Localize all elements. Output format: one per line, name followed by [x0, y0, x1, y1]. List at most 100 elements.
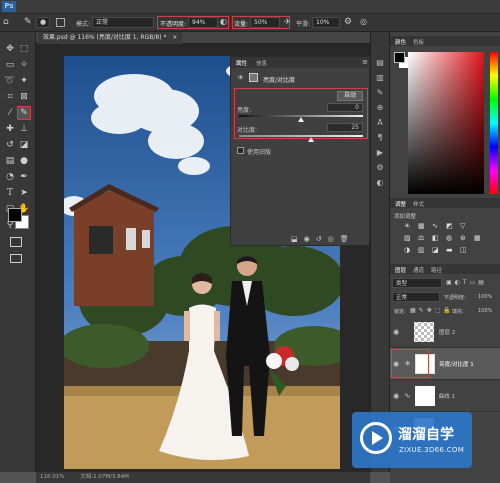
libraries-panel-icon[interactable]: ◐ — [377, 178, 384, 187]
layer-opacity-value[interactable]: 100% — [478, 294, 492, 300]
lock-position-icon[interactable]: ✥ — [427, 307, 432, 314]
zoom-level[interactable]: 116.01% — [40, 474, 64, 480]
contrast-slider-track[interactable] — [239, 135, 363, 137]
invert-adjust-icon[interactable]: ◑ — [404, 246, 416, 254]
tab-swatches[interactable]: 色板 — [410, 38, 427, 46]
healing-brush-tool-icon[interactable]: ✚ — [3, 122, 17, 136]
hue-saturation-adjust-icon[interactable]: ▧ — [404, 234, 416, 242]
type-tool-icon[interactable]: T — [3, 186, 17, 200]
filter-type-icon[interactable]: T — [463, 279, 467, 286]
brush-size-picker[interactable]: ● — [36, 17, 50, 28]
brush-settings-icon[interactable]: ✎ — [377, 88, 384, 97]
clip-to-layer-icon[interactable]: ⬓ — [291, 235, 298, 243]
quick-select-tool-icon[interactable]: ✦ — [17, 74, 31, 88]
lock-paint-icon[interactable]: ✎ — [419, 307, 424, 314]
history-panel-icon[interactable]: ▤ — [376, 58, 384, 67]
reset-icon[interactable]: ↺ — [316, 235, 322, 243]
lasso-tool-icon[interactable]: ➰ — [3, 74, 17, 88]
document-tab[interactable]: 效果.psd @ 116% (亮度/对比度 1, RGB/8) * × — [38, 32, 183, 44]
mode-select[interactable]: 正常 — [92, 17, 154, 28]
filter-shape-icon[interactable]: ▭ — [470, 279, 476, 286]
opacity-input[interactable]: 94% — [188, 17, 218, 28]
brightness-adjust-icon[interactable]: ☀ — [404, 222, 416, 230]
layer-row-selected[interactable]: ◉ ☀ 亮度/对比度 1 — [390, 348, 500, 380]
tab-channels[interactable]: 通道 — [410, 266, 427, 274]
panel-menu-icon[interactable]: ≡ — [362, 58, 368, 66]
layer-mask-thumbnail[interactable] — [414, 385, 435, 406]
lock-artboard-icon[interactable]: ⬚ — [435, 307, 441, 314]
frame-tool-icon[interactable]: ⊠ — [17, 90, 31, 104]
screen-mode-icon[interactable] — [10, 254, 22, 263]
tab-styles[interactable]: 样式 — [410, 200, 427, 208]
eraser-tool-icon[interactable]: ◪ — [17, 138, 31, 152]
photo-filter-adjust-icon[interactable]: ◍ — [446, 234, 458, 242]
crop-tool-icon[interactable]: ⌗ — [3, 90, 17, 104]
brush-panel-icon[interactable] — [56, 18, 65, 27]
hue-slider[interactable] — [490, 52, 498, 194]
history-brush-tool-icon[interactable]: ↺ — [3, 138, 17, 152]
fill-value[interactable]: 100% — [478, 308, 492, 314]
quick-mask-icon[interactable] — [10, 237, 22, 247]
brush-preset-icon[interactable]: ✎ — [24, 17, 32, 27]
tab-adjustments[interactable]: 调整 — [392, 200, 409, 208]
pen-tool-icon[interactable]: ✒ — [17, 170, 31, 184]
foreground-color-swatch[interactable] — [8, 208, 22, 222]
filter-adjust-icon[interactable]: ◐ — [455, 279, 460, 286]
gradient-map-adjust-icon[interactable]: ▬ — [446, 246, 458, 254]
threshold-adjust-icon[interactable]: ◪ — [432, 246, 444, 254]
layer-filter-select[interactable]: 类型 — [392, 278, 442, 288]
blur-tool-icon[interactable]: ● — [17, 154, 31, 168]
levels-adjust-icon[interactable]: ▦ — [418, 222, 430, 230]
legacy-checkbox[interactable] — [237, 147, 244, 154]
filter-pixel-icon[interactable]: ▣ — [446, 279, 452, 286]
contrast-input[interactable]: 25 — [327, 123, 363, 132]
panel-foreground-swatch[interactable] — [394, 52, 405, 63]
visibility-eye-icon[interactable]: ◉ — [390, 392, 402, 400]
artboard-tool-icon[interactable]: ⬚ — [17, 42, 31, 56]
visibility-eye-icon[interactable]: ◉ — [390, 328, 402, 336]
settings-gear-icon[interactable]: ⚙ — [344, 17, 352, 27]
marquee-tool-icon[interactable]: ▭ — [3, 58, 17, 72]
clone-source-icon[interactable]: ⊕ — [377, 103, 384, 112]
blend-mode-select[interactable]: 正常 — [392, 292, 440, 302]
posterize-adjust-icon[interactable]: ▥ — [418, 246, 430, 254]
path-select-tool-icon[interactable]: ➤ — [17, 186, 31, 200]
paragraph-panel-icon[interactable]: ¶ — [377, 133, 382, 142]
black-white-adjust-icon[interactable]: ◧ — [432, 234, 444, 242]
contrast-slider-thumb[interactable] — [307, 137, 314, 142]
color-balance-adjust-icon[interactable]: ⚖ — [418, 234, 430, 242]
brush-tool-icon[interactable]: ✎ — [17, 106, 31, 120]
channel-mixer-adjust-icon[interactable]: ⊛ — [460, 234, 472, 242]
close-tab-icon[interactable]: × — [172, 34, 177, 41]
pressure-size-icon[interactable]: ◎ — [360, 17, 367, 26]
layer-row[interactable]: ◉ ∿ 曲线 1 — [390, 380, 500, 412]
brightness-input[interactable]: 0 — [327, 103, 363, 112]
clone-stamp-tool-icon[interactable]: ⊥ — [17, 122, 31, 136]
color-picker-field[interactable] — [408, 52, 484, 194]
auto-button[interactable]: 自动 — [337, 91, 363, 101]
exposure-adjust-icon[interactable]: ◩ — [446, 222, 458, 230]
lock-pixels-icon[interactable]: ▦ — [410, 307, 416, 314]
magic-wand-tool-icon[interactable]: ✧ — [17, 58, 31, 72]
smooth-input[interactable]: 10% — [312, 17, 340, 28]
vibrance-adjust-icon[interactable]: ▽ — [460, 222, 472, 230]
tab-layers[interactable]: 图层 — [392, 266, 409, 274]
move-tool-icon[interactable]: ✥ — [3, 42, 17, 56]
tab-info[interactable]: 信息 — [253, 59, 270, 67]
character-panel-icon[interactable]: A — [377, 118, 382, 127]
tool-presets-icon[interactable]: ⚙ — [376, 163, 383, 172]
eyedropper-tool-icon[interactable]: ⁄ — [3, 106, 17, 120]
color-lookup-adjust-icon[interactable]: ▦ — [474, 234, 486, 242]
home-icon[interactable]: ⌂ — [3, 17, 9, 27]
actions-panel-icon[interactable]: ▶ — [377, 148, 383, 157]
tab-paths[interactable]: 路径 — [428, 266, 445, 274]
gradient-tool-icon[interactable]: ▤ — [3, 154, 17, 168]
tab-color[interactable]: 颜色 — [392, 38, 409, 46]
visibility-icon[interactable]: ◎ — [328, 235, 334, 243]
mask-icon[interactable] — [249, 73, 258, 82]
navigator-panel-icon[interactable]: ▥ — [376, 73, 384, 82]
dodge-tool-icon[interactable]: ◔ — [3, 170, 17, 184]
curves-adjust-icon[interactable]: ∿ — [432, 222, 444, 230]
tab-properties[interactable]: 属性 — [233, 59, 250, 67]
view-previous-icon[interactable]: ◉ — [304, 235, 310, 243]
